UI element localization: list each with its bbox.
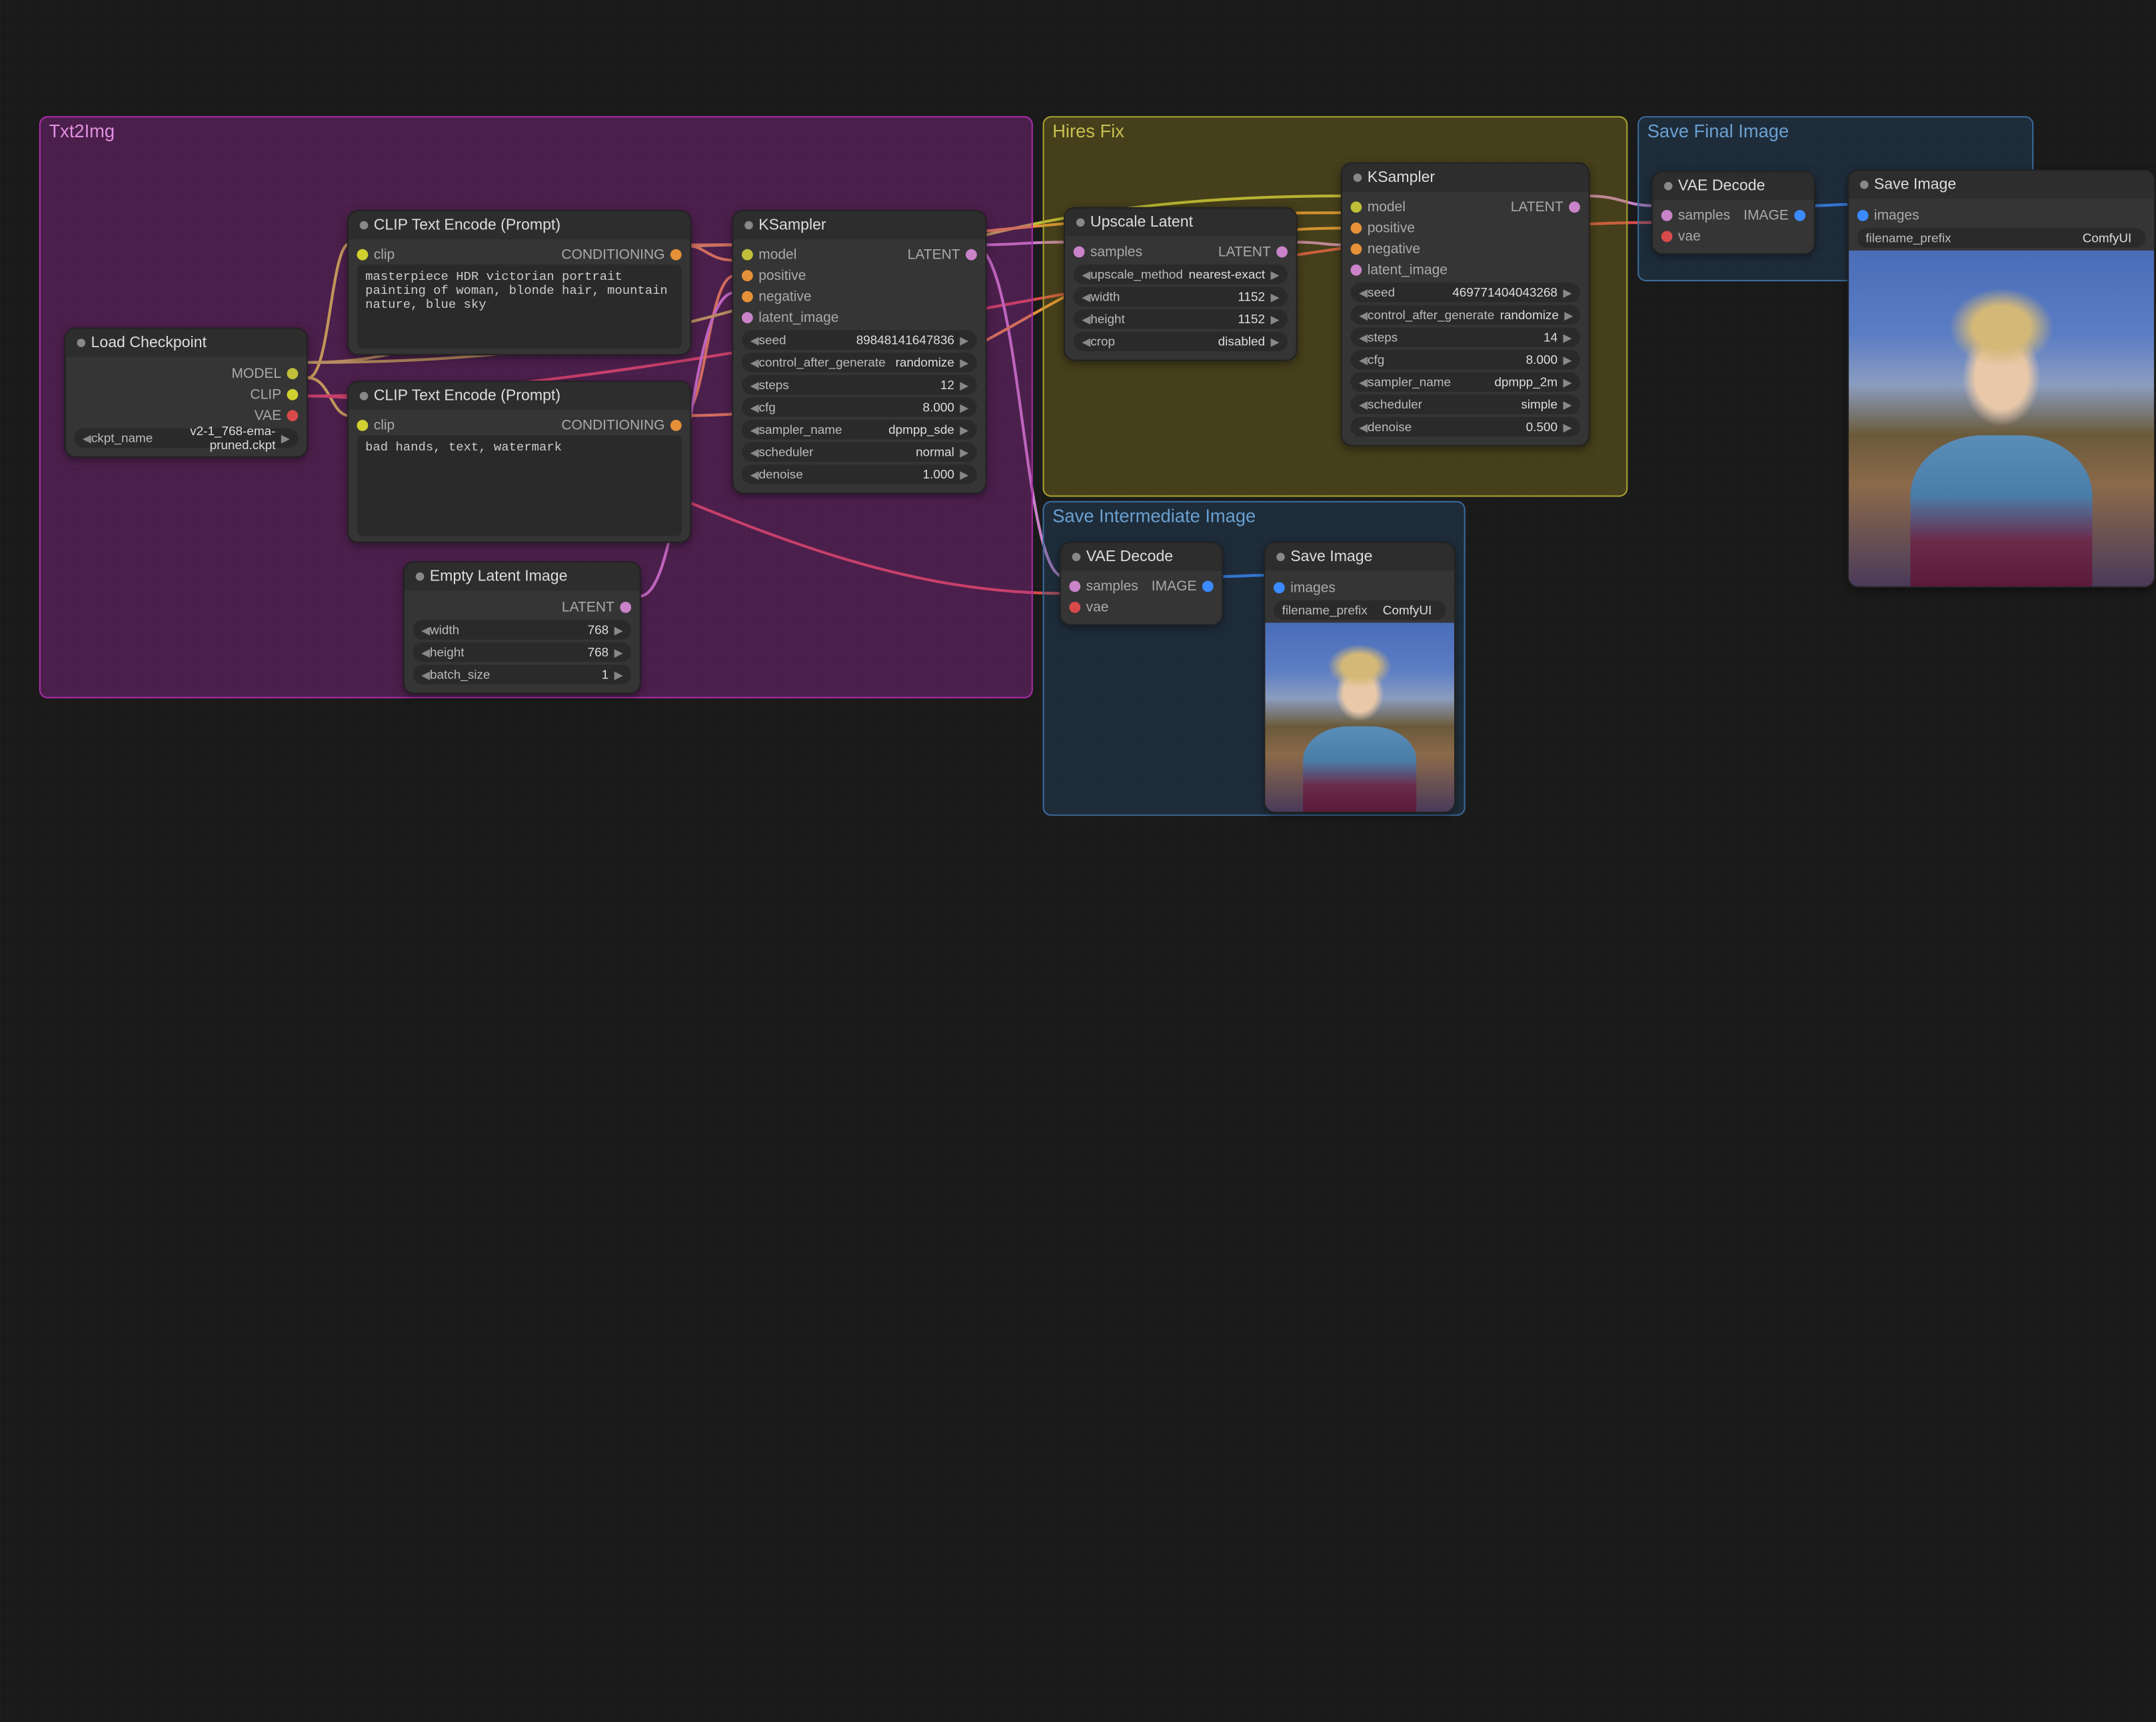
- group-title: Hires Fix: [1052, 121, 1124, 142]
- port-label: vae: [1678, 229, 1701, 244]
- scheduler-widget[interactable]: ◀schedulersimple▶: [1350, 395, 1580, 414]
- seed-widget[interactable]: ◀seed89848141647836▶: [742, 331, 977, 350]
- ckpt-name-widget[interactable]: ◀ ckpt_name v2-1_768-ema-pruned.ckpt ▶: [74, 429, 298, 448]
- port-label: negative: [1368, 241, 1420, 257]
- batch-size-widget[interactable]: ◀batch_size1▶: [413, 664, 632, 684]
- group-title: Save Final Image: [1647, 121, 1789, 142]
- cfg-widget[interactable]: ◀cfg8.000▶: [1350, 350, 1580, 369]
- height-widget[interactable]: ◀height1152▶: [1074, 309, 1288, 329]
- node-title: Upscale Latent: [1090, 214, 1193, 231]
- port-label: samples: [1678, 208, 1730, 223]
- node-title: VAE Decode: [1086, 548, 1174, 565]
- node-vae-decode-final[interactable]: VAE Decode samples IMAGE vae: [1651, 171, 1815, 255]
- control-after-generate-widget[interactable]: ◀control_after_generaterandomize▶: [1350, 305, 1580, 325]
- port-label: vae: [1086, 600, 1109, 615]
- port-label: positive: [1368, 221, 1415, 236]
- control-after-generate-widget[interactable]: ◀control_after_generaterandomize▶: [742, 353, 977, 372]
- sampler-name-widget[interactable]: ◀sampler_namedpmpp_2m▶: [1350, 373, 1580, 392]
- port-label: LATENT: [562, 600, 614, 615]
- port-label: LATENT: [1218, 244, 1271, 259]
- node-title: CLIP Text Encode (Prompt): [374, 217, 560, 234]
- prompt-textarea[interactable]: masterpiece HDR victorian portrait paint…: [357, 265, 682, 349]
- port-label: CLIP: [250, 387, 281, 403]
- port-label: CONDITIONING: [561, 418, 664, 433]
- width-widget[interactable]: ◀width1152▶: [1074, 287, 1288, 306]
- port-label: samples: [1086, 578, 1138, 594]
- port-label: VAE: [255, 408, 281, 423]
- cfg-widget[interactable]: ◀cfg8.000▶: [742, 397, 977, 417]
- node-empty-latent-image[interactable]: Empty Latent Image LATENT ◀width768▶ ◀he…: [403, 561, 641, 694]
- node-title: Save Image: [1874, 177, 1956, 193]
- port-label: images: [1290, 580, 1336, 595]
- crop-widget[interactable]: ◀cropdisabled▶: [1074, 332, 1288, 351]
- upscale-method-widget[interactable]: ◀upscale_methodnearest-exact▶: [1074, 265, 1288, 284]
- node-title: KSampler: [758, 217, 826, 234]
- prompt-textarea[interactable]: bad hands, text, watermark: [357, 435, 682, 536]
- preview-image: [1265, 622, 1454, 812]
- filename-prefix-widget[interactable]: filename_prefixComfyUI: [1857, 228, 2146, 247]
- scheduler-widget[interactable]: ◀schedulernormal▶: [742, 442, 977, 462]
- port-label: model: [758, 247, 796, 263]
- node-save-image-final[interactable]: Save Image images filename_prefixComfyUI: [1847, 169, 2155, 587]
- steps-widget[interactable]: ◀steps14▶: [1350, 327, 1580, 347]
- port-label: samples: [1090, 244, 1142, 259]
- group-title: Save Intermediate Image: [1052, 505, 1256, 526]
- port-label: CONDITIONING: [561, 247, 664, 263]
- arrow-left-icon: ◀: [83, 432, 91, 444]
- port-label: IMAGE: [1743, 208, 1789, 223]
- group-title: Txt2Img: [49, 121, 115, 142]
- node-title: Empty Latent Image: [430, 568, 568, 585]
- node-vae-decode-intermediate[interactable]: VAE Decode samples IMAGE vae: [1060, 542, 1224, 626]
- port-label: LATENT: [1511, 199, 1564, 215]
- filename-prefix-widget[interactable]: filename_prefixComfyUI: [1274, 600, 1446, 620]
- denoise-widget[interactable]: ◀denoise1.000▶: [742, 464, 977, 484]
- node-title: Save Image: [1290, 548, 1372, 565]
- port-label: clip: [374, 418, 395, 433]
- port-label: negative: [758, 289, 811, 305]
- sampler-name-widget[interactable]: ◀sampler_namedpmpp_sde▶: [742, 420, 977, 439]
- port-label: IMAGE: [1152, 578, 1197, 594]
- port-label: clip: [374, 247, 395, 263]
- node-ksampler-2[interactable]: KSampler model LATENT positive negative …: [1341, 163, 1590, 446]
- port-label: model: [1368, 199, 1406, 215]
- node-title: CLIP Text Encode (Prompt): [374, 388, 560, 405]
- node-title: Load Checkpoint: [91, 335, 207, 351]
- node-clip-text-encode-positive[interactable]: CLIP Text Encode (Prompt) clip CONDITION…: [347, 210, 692, 355]
- port-label: MODEL: [231, 366, 281, 381]
- node-title: VAE Decode: [1678, 178, 1765, 195]
- steps-widget[interactable]: ◀steps12▶: [742, 375, 977, 395]
- preview-image: [1849, 251, 2154, 586]
- port-label: images: [1874, 208, 1919, 223]
- port-label: positive: [758, 268, 806, 283]
- node-title: KSampler: [1368, 169, 1435, 186]
- seed-widget[interactable]: ◀seed469771404043268▶: [1350, 283, 1580, 302]
- node-clip-text-encode-negative[interactable]: CLIP Text Encode (Prompt) clip CONDITION…: [347, 381, 692, 543]
- port-label: latent_image: [758, 310, 838, 325]
- arrow-right-icon: ▶: [281, 432, 290, 444]
- denoise-widget[interactable]: ◀denoise0.500▶: [1350, 417, 1580, 436]
- port-label: LATENT: [908, 247, 960, 263]
- height-widget[interactable]: ◀height768▶: [413, 642, 632, 662]
- node-upscale-latent[interactable]: Upscale Latent samples LATENT ◀upscale_m…: [1064, 207, 1298, 361]
- width-widget[interactable]: ◀width768▶: [413, 620, 632, 639]
- node-save-image-intermediate[interactable]: Save Image images filename_prefixComfyUI: [1264, 542, 1456, 813]
- node-load-checkpoint[interactable]: Load Checkpoint MODEL CLIP VAE ◀ ckpt_na…: [65, 327, 308, 457]
- port-label: latent_image: [1368, 263, 1448, 278]
- node-ksampler-1[interactable]: KSampler model LATENT positive negative …: [732, 210, 986, 494]
